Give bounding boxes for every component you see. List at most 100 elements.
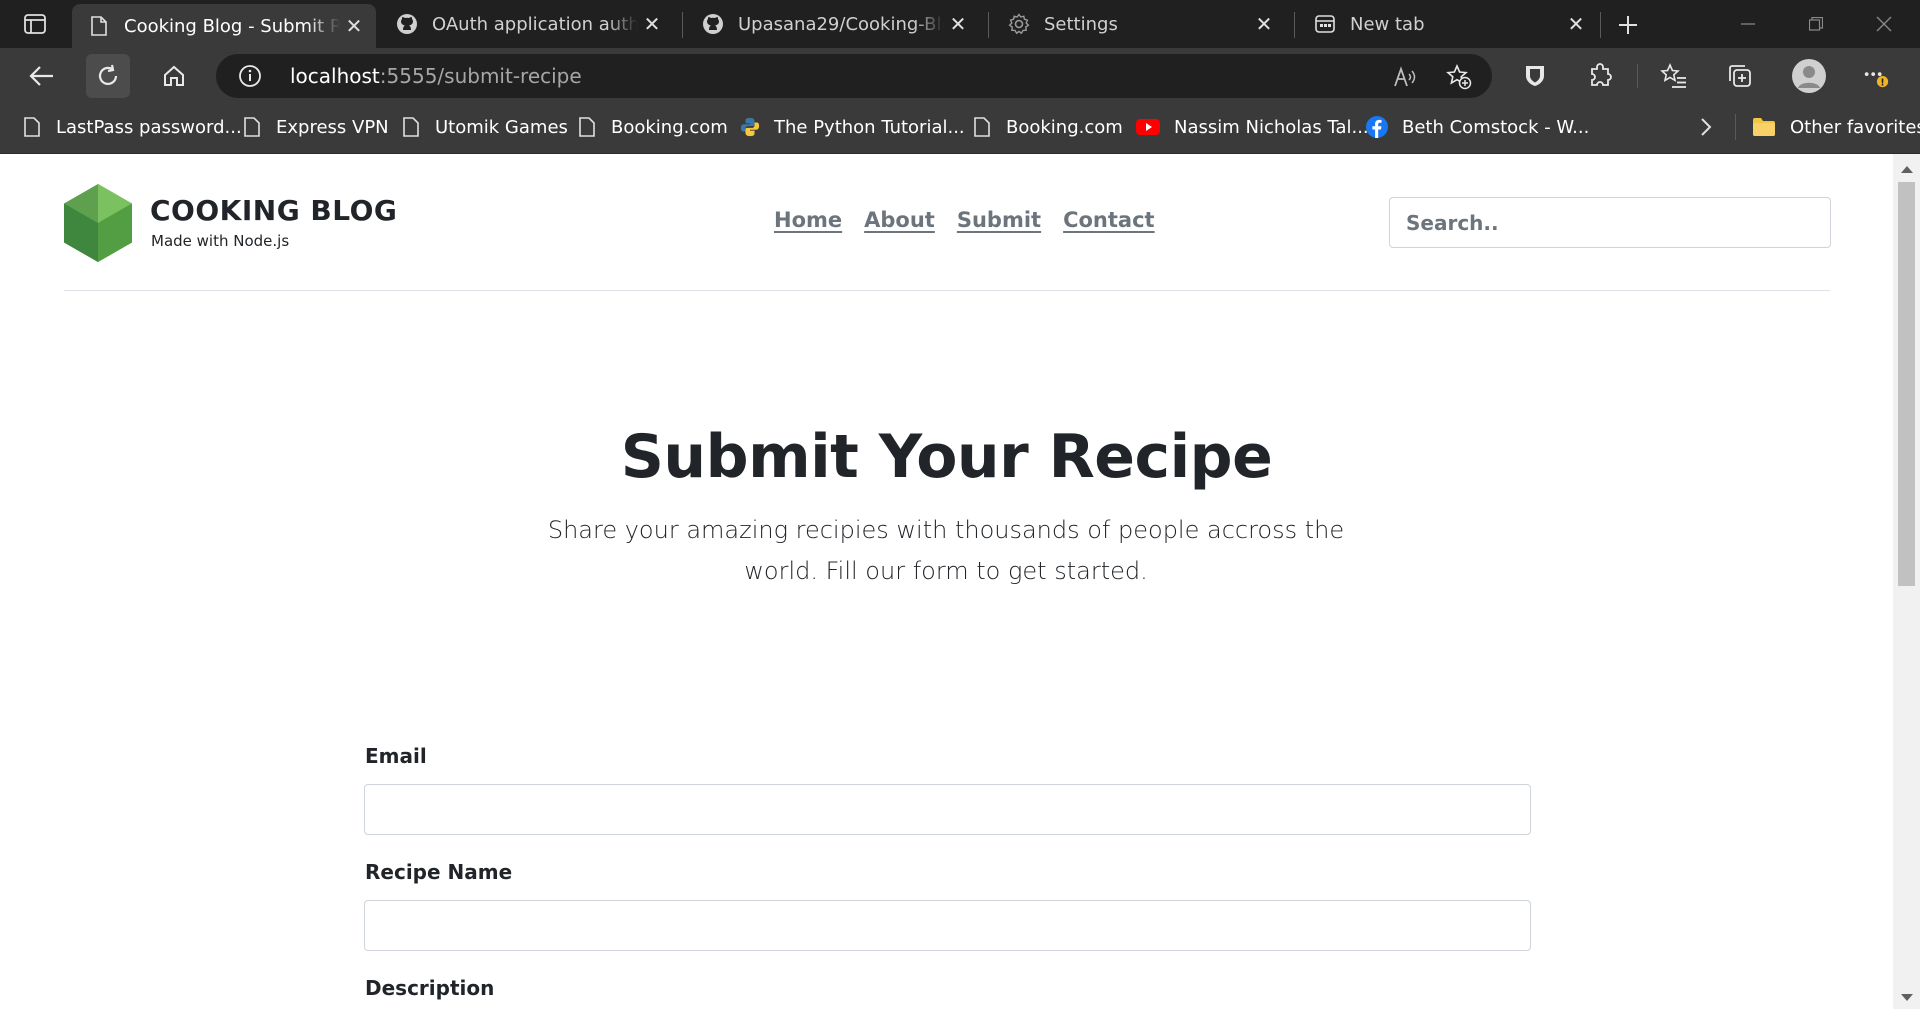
- collections-icon[interactable]: [1726, 62, 1754, 90]
- address-bar[interactable]: localhost:5555/submit-recipe: [216, 54, 1492, 98]
- tab-github-repo[interactable]: Upasana29/Cooking-Blog ✕: [686, 0, 980, 48]
- page-scrollbar[interactable]: [1893, 154, 1920, 1009]
- other-favorites-label: Other favorites: [1790, 116, 1920, 138]
- github-icon: [702, 13, 724, 35]
- page-icon: [22, 116, 42, 138]
- scroll-down-arrow-icon[interactable]: [1901, 994, 1913, 1001]
- plus-icon: [1619, 16, 1637, 34]
- scroll-up-arrow-icon[interactable]: [1901, 166, 1913, 173]
- tab-title: Upasana29/Cooking-Blog: [738, 13, 944, 35]
- favorites-icon[interactable]: [1660, 62, 1688, 90]
- site-info-icon[interactable]: [238, 64, 262, 88]
- email-field[interactable]: [364, 784, 1531, 835]
- url-text[interactable]: localhost:5555/submit-recipe: [290, 64, 582, 88]
- add-favorite-icon[interactable]: [1446, 64, 1472, 90]
- bookmark-express-vpn[interactable]: Express VPN: [242, 104, 389, 150]
- page-viewport: COOKING BLOG Made with Node.js Home Abou…: [0, 154, 1893, 1009]
- nav-about-link[interactable]: About: [864, 208, 935, 232]
- gear-icon: [1008, 13, 1030, 35]
- nav-home-link[interactable]: Home: [774, 208, 842, 232]
- close-tab-icon[interactable]: ✕: [1250, 10, 1278, 38]
- bookmark-booking-2[interactable]: Booking.com: [972, 104, 1123, 150]
- bitwarden-extension-icon[interactable]: [1521, 62, 1549, 90]
- page-title: Submit Your Recipe: [620, 422, 1273, 492]
- refresh-icon: [98, 64, 118, 85]
- bookmark-label: Beth Comstock - W...: [1402, 116, 1590, 138]
- tab-divider: [1294, 12, 1295, 38]
- restore-button[interactable]: [1782, 0, 1850, 48]
- tab-settings[interactable]: Settings ✕: [992, 0, 1286, 48]
- bookmark-label: Booking.com: [611, 116, 728, 138]
- refresh-button[interactable]: [86, 54, 130, 98]
- browser-tab-strip: Cooking Blog - Submit Recipe ✕ OAuth app…: [0, 0, 1920, 48]
- bookmark-label: LastPass password...: [56, 116, 242, 138]
- tab-title: Settings: [1044, 13, 1118, 35]
- page-icon: [242, 116, 262, 138]
- minimize-button[interactable]: [1714, 0, 1782, 48]
- nav-submit-link[interactable]: Submit: [957, 208, 1041, 232]
- header-divider: [64, 290, 1830, 291]
- browser-toolbar: localhost:5555/submit-recipe !: [0, 48, 1920, 104]
- tab-title: OAuth application authorization: [432, 13, 638, 35]
- tab-title: Cooking Blog - Submit Recipe: [124, 15, 340, 37]
- tab-title: New tab: [1350, 13, 1425, 35]
- recipe-name-field[interactable]: [364, 900, 1531, 951]
- profile-avatar[interactable]: [1791, 58, 1827, 94]
- home-button[interactable]: [152, 54, 196, 98]
- more-bookmarks-button[interactable]: [1700, 104, 1712, 150]
- extensions-icon[interactable]: [1587, 62, 1615, 90]
- tab-actions-button[interactable]: [14, 10, 56, 38]
- tab-divider: [682, 12, 683, 38]
- close-tab-icon[interactable]: ✕: [944, 10, 972, 38]
- description-label: Description: [365, 976, 495, 1000]
- bookmark-label: The Python Tutorial...: [774, 116, 965, 138]
- bookmark-label: Utomik Games: [435, 116, 568, 138]
- toolbar-divider: [1637, 64, 1638, 88]
- close-window-button[interactable]: [1850, 0, 1918, 48]
- back-button[interactable]: [20, 54, 64, 98]
- main-nav: Home About Submit Contact: [774, 208, 1155, 232]
- search-input[interactable]: [1389, 197, 1831, 248]
- bookmark-label: Booking.com: [1006, 116, 1123, 138]
- site-brand[interactable]: COOKING BLOG: [150, 194, 397, 227]
- settings-menu-icon[interactable]: !: [1862, 62, 1890, 90]
- minimize-icon: [1741, 23, 1755, 25]
- page-icon: [401, 116, 421, 138]
- close-tab-icon[interactable]: ✕: [340, 12, 368, 40]
- new-tab-button[interactable]: [1611, 8, 1645, 42]
- home-icon: [164, 65, 184, 86]
- bookmark-label: Express VPN: [276, 116, 389, 138]
- tab-cooking-blog[interactable]: Cooking Blog - Submit Recipe ✕: [72, 4, 376, 48]
- page-icon: [577, 116, 597, 138]
- back-arrow-icon: [29, 66, 53, 86]
- chevron-right-icon: [1701, 118, 1712, 136]
- page-icon: [972, 116, 992, 138]
- read-aloud-icon[interactable]: [1392, 64, 1418, 90]
- python-icon: [740, 116, 760, 138]
- tab-divider: [988, 12, 989, 38]
- other-favorites-folder[interactable]: Other favorites: [1752, 104, 1920, 150]
- newtab-icon: [1314, 13, 1336, 35]
- bookmark-beth-comstock[interactable]: Beth Comstock - W...: [1366, 104, 1589, 150]
- bookmark-lastpass[interactable]: LastPass password...: [22, 104, 242, 150]
- bookmark-utomik[interactable]: Utomik Games: [401, 104, 568, 150]
- nav-contact-link[interactable]: Contact: [1063, 208, 1155, 232]
- bookmark-label: Nassim Nicholas Tal...: [1174, 116, 1369, 138]
- bookmark-python-tutorial[interactable]: The Python Tutorial...: [740, 104, 965, 150]
- close-tab-icon[interactable]: ✕: [1562, 10, 1590, 38]
- bookmark-nassim-taleb[interactable]: Nassim Nicholas Tal...: [1136, 104, 1369, 150]
- page-lead: Share your amazing recipies with thousan…: [547, 516, 1345, 585]
- bookmark-booking[interactable]: Booking.com: [577, 104, 728, 150]
- nodejs-hexagon-logo[interactable]: [64, 184, 132, 262]
- tab-actions-icon: [24, 14, 46, 34]
- tab-new-tab[interactable]: New tab ✕: [1298, 0, 1598, 48]
- youtube-icon: [1136, 116, 1160, 138]
- close-tab-icon[interactable]: ✕: [638, 10, 666, 38]
- restore-icon: [1809, 17, 1823, 31]
- tab-oauth[interactable]: OAuth application authorization ✕: [380, 0, 674, 48]
- scrollbar-thumb[interactable]: [1898, 182, 1915, 586]
- url-host: localhost: [290, 64, 380, 88]
- site-header: COOKING BLOG Made with Node.js Home Abou…: [64, 184, 1831, 294]
- recipe-name-label: Recipe Name: [365, 860, 513, 884]
- favorites-bar: LastPass password... Express VPN Utomik …: [0, 104, 1920, 154]
